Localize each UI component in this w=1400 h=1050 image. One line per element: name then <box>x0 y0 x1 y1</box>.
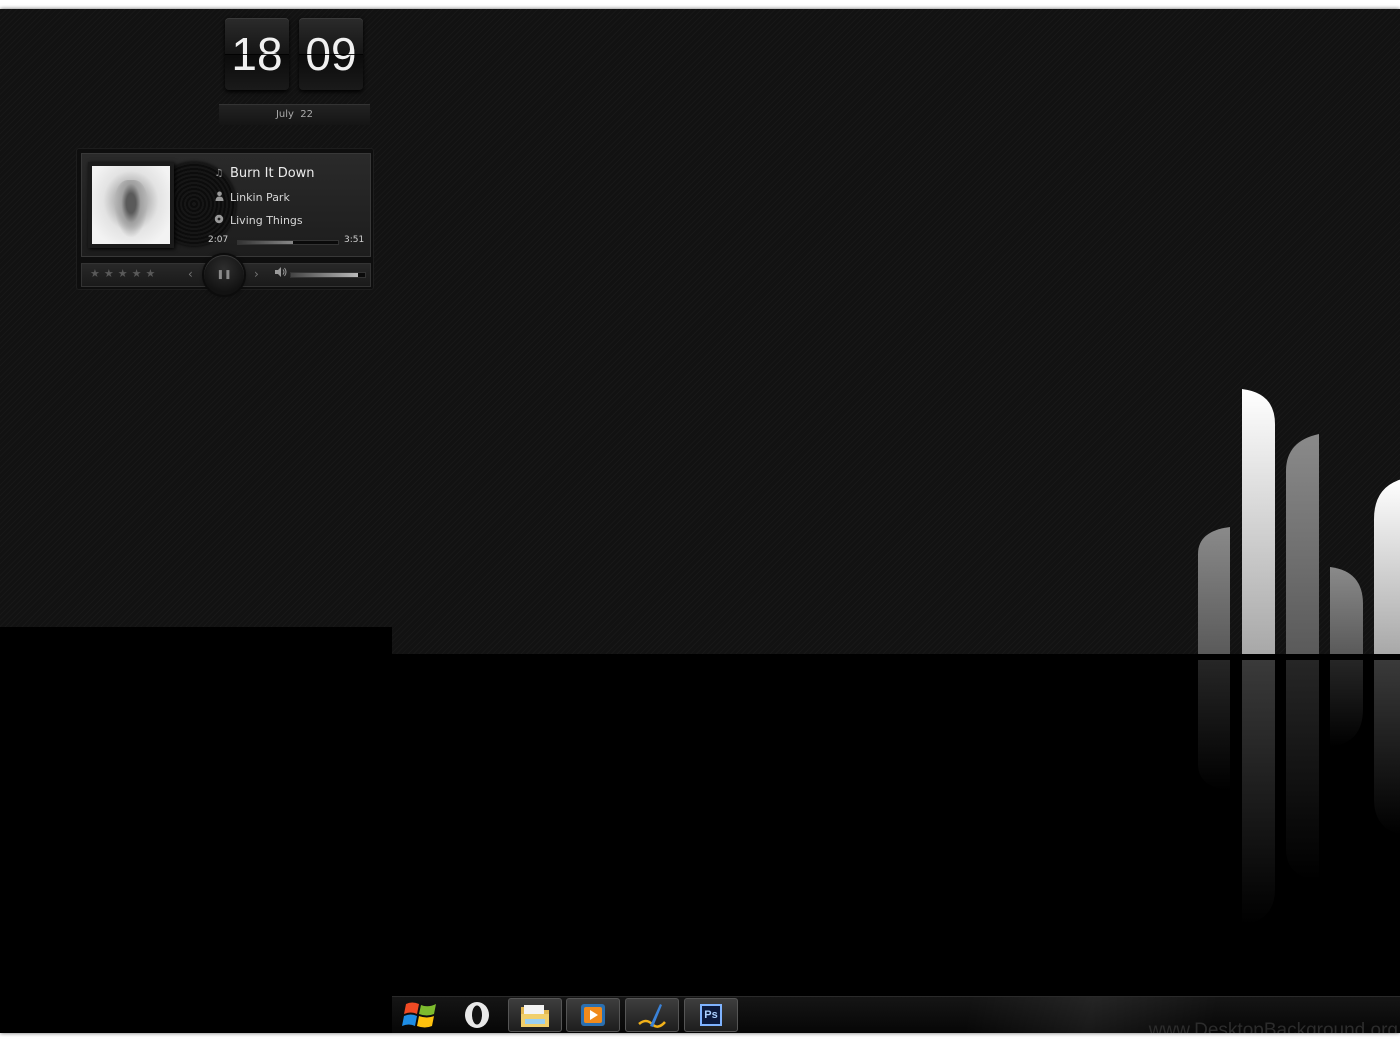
rating-star-icon[interactable]: ★ <box>118 267 128 280</box>
logo-bar-5 <box>1374 479 1400 654</box>
rating-star-icon[interactable]: ★ <box>104 267 114 280</box>
wallpaper-logo <box>1198 389 1400 925</box>
music-note-icon: ♫ <box>214 167 224 179</box>
signature-app-button[interactable] <box>625 998 679 1032</box>
track-title: Burn It Down <box>230 165 315 181</box>
logo-bar-2 <box>1242 389 1275 654</box>
clock-widget[interactable]: 18 09 July 22 <box>219 16 370 125</box>
person-icon <box>212 191 226 204</box>
previous-track-button[interactable]: ‹ <box>188 267 193 281</box>
clock-minute: 09 <box>299 18 363 90</box>
next-track-button[interactable]: › <box>254 267 259 281</box>
opera-icon <box>465 1002 489 1028</box>
desktop: 18 09 July 22 ♫ Burn It Down Linkin Park <box>0 9 1400 1033</box>
photoshop-icon: Ps <box>700 1004 722 1026</box>
photoshop-button[interactable]: Ps <box>684 998 738 1032</box>
rating-stars: ★ ★ ★ ★ ★ <box>90 267 159 280</box>
rating-star-icon[interactable]: ★ <box>132 267 142 280</box>
start-button[interactable] <box>394 998 448 1032</box>
media-player-button[interactable] <box>566 998 620 1032</box>
logo-reflection-5 <box>1374 660 1400 835</box>
logo-reflection-3 <box>1286 660 1319 881</box>
play-pause-button[interactable]: ❚❚ <box>204 255 244 295</box>
disc-icon <box>212 214 226 227</box>
logo-bar-3 <box>1286 434 1319 654</box>
logo-bar-4 <box>1330 567 1363 654</box>
track-artist-row: Linkin Park <box>212 188 290 206</box>
album-cover-image <box>92 166 170 244</box>
windows-logo-icon <box>402 1002 436 1028</box>
album-art[interactable] <box>88 162 174 248</box>
player-controls: ★ ★ ★ ★ ★ ‹ ❚❚ › <box>81 255 371 295</box>
music-player-widget: ♫ Burn It Down Linkin Park Living Things… <box>76 148 374 295</box>
logo-reflection-4 <box>1330 660 1363 747</box>
logo-bar-1 <box>1198 527 1230 654</box>
clock-date: July 22 <box>219 104 370 125</box>
total-time: 3:51 <box>344 235 365 245</box>
progress-bar[interactable] <box>237 240 339 245</box>
track-title-row: ♫ Burn It Down <box>212 164 315 182</box>
wallpaper-notch <box>0 627 392 654</box>
media-player-icon <box>581 1004 605 1026</box>
logo-reflection <box>1198 660 1400 925</box>
elapsed-time: 2:07 <box>208 235 229 245</box>
opera-button[interactable] <box>450 998 504 1032</box>
folder-icon <box>521 1005 549 1027</box>
rating-star-icon[interactable]: ★ <box>146 267 156 280</box>
speaker-icon[interactable] <box>275 267 287 280</box>
logo-reflection-1 <box>1198 660 1230 791</box>
logo-reflection-2 <box>1242 660 1275 925</box>
clock-hour: 18 <box>225 18 289 90</box>
track-album-row: Living Things <box>212 211 303 229</box>
volume-fill <box>291 273 358 277</box>
taskbar: Ps www.DesktopBackground.org <box>392 996 1400 1033</box>
track-artist: Linkin Park <box>230 190 290 204</box>
rating-star-icon[interactable]: ★ <box>90 267 100 280</box>
progress-fill <box>238 241 293 244</box>
pen-icon <box>638 1004 666 1028</box>
explorer-button[interactable] <box>508 998 562 1032</box>
logo-bars <box>1198 389 1400 654</box>
track-album: Living Things <box>230 213 303 227</box>
watermark: www.DesktopBackground.org <box>1148 1020 1398 1033</box>
player-info-panel: ♫ Burn It Down Linkin Park Living Things… <box>81 153 371 257</box>
volume-slider[interactable] <box>290 272 366 278</box>
